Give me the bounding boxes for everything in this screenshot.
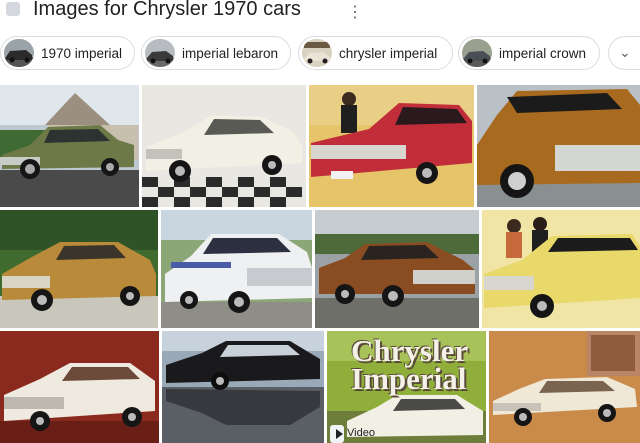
chip-label: chrysler imperial bbox=[339, 46, 438, 61]
image-result-tan-brochure[interactable] bbox=[489, 331, 640, 443]
chip-thumbnail bbox=[4, 39, 34, 67]
image-result-red-chrysler-ad[interactable] bbox=[309, 85, 474, 207]
chip-label: 1970 imperial bbox=[41, 46, 123, 61]
chip-imperial-lebaron[interactable]: imperial lebaron bbox=[141, 36, 291, 70]
chevron-down-icon: ⌄ bbox=[619, 44, 631, 60]
chips-scroll-button[interactable]: ⌄ bbox=[608, 36, 640, 70]
results-header: Images for Chrysler 1970 cars ⋮ bbox=[0, 0, 640, 30]
image-result-black-reflection[interactable] bbox=[162, 331, 324, 443]
page-title[interactable]: Images for Chrysler 1970 cars bbox=[33, 0, 301, 21]
image-result-yellow-ad[interactable] bbox=[482, 210, 640, 328]
chip-thumbnail bbox=[462, 39, 492, 67]
poster-title-line2: Imperial bbox=[351, 361, 467, 396]
image-result-white-imperial-showroom[interactable] bbox=[142, 85, 306, 207]
chip-thumbnail bbox=[302, 39, 332, 67]
image-result-green-imperial[interactable] bbox=[0, 85, 139, 207]
chip-imperial-crown[interactable]: imperial crown bbox=[458, 36, 600, 70]
chip-chrysler-imperial[interactable]: chrysler imperial bbox=[298, 36, 453, 70]
image-result-white-blue-top[interactable] bbox=[161, 210, 312, 328]
chip-1970-imperial[interactable]: 1970 imperial bbox=[0, 36, 135, 70]
image-result-gold-chrysler[interactable] bbox=[477, 85, 640, 207]
image-result-red-bg-imperial[interactable] bbox=[0, 331, 159, 443]
chip-thumbnail bbox=[145, 39, 175, 67]
chip-label: imperial crown bbox=[499, 46, 587, 61]
google-images-icon bbox=[6, 2, 20, 16]
play-icon bbox=[336, 429, 343, 439]
more-vert-icon[interactable]: ⋮ bbox=[347, 2, 363, 22]
image-result-gold-lawn[interactable] bbox=[0, 210, 158, 328]
video-label: Video bbox=[347, 427, 375, 439]
image-result-brown-chrysler[interactable] bbox=[315, 210, 479, 328]
chip-label: imperial lebaron bbox=[182, 46, 279, 61]
video-badge[interactable]: Video bbox=[330, 425, 375, 443]
